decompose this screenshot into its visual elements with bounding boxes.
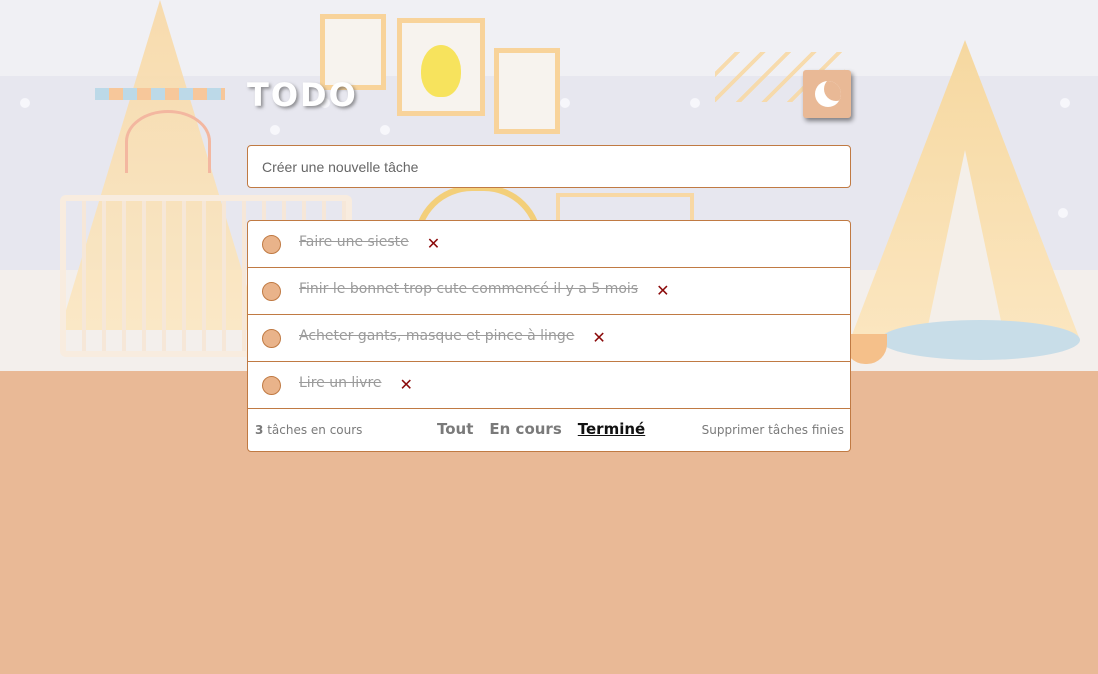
completed-check-icon[interactable] [262, 376, 281, 395]
close-icon[interactable]: ✕ [592, 330, 605, 346]
todo-text: Lire un livre [299, 375, 382, 391]
new-task-input[interactable] [247, 145, 851, 188]
todo-list: Faire une sieste ✕ Finir le bonnet trop … [247, 220, 851, 452]
completed-check-icon[interactable] [262, 282, 281, 301]
todo-text: Faire une sieste [299, 234, 409, 250]
completed-check-icon[interactable] [262, 235, 281, 254]
theme-toggle-button[interactable] [803, 70, 851, 118]
moon-icon [815, 81, 841, 107]
todo-item: Lire un livre ✕ [248, 362, 850, 409]
close-icon[interactable]: ✕ [400, 377, 413, 393]
close-icon[interactable]: ✕ [656, 283, 669, 299]
app-title: TODO [247, 76, 358, 114]
todo-item: Acheter gants, masque et pince à linge ✕ [248, 315, 850, 362]
filter-group: Tout En cours Terminé [437, 420, 645, 438]
filter-all[interactable]: Tout [437, 420, 473, 438]
list-footer: 3 tâches en cours Tout En cours Terminé … [248, 409, 850, 451]
completed-check-icon[interactable] [262, 329, 281, 348]
remaining-count: 3 tâches en cours [255, 423, 363, 437]
todo-text: Acheter gants, masque et pince à linge [299, 328, 575, 344]
clear-completed-button[interactable]: Supprimer tâches finies [702, 423, 844, 437]
todo-item: Finir le bonnet trop cute commencé il y … [248, 268, 850, 315]
filter-active[interactable]: En cours [489, 420, 561, 438]
filter-completed[interactable]: Terminé [578, 420, 645, 438]
todo-item: Faire une sieste ✕ [248, 221, 850, 268]
close-icon[interactable]: ✕ [427, 236, 440, 252]
todo-text: Finir le bonnet trop cute commencé il y … [299, 281, 639, 297]
